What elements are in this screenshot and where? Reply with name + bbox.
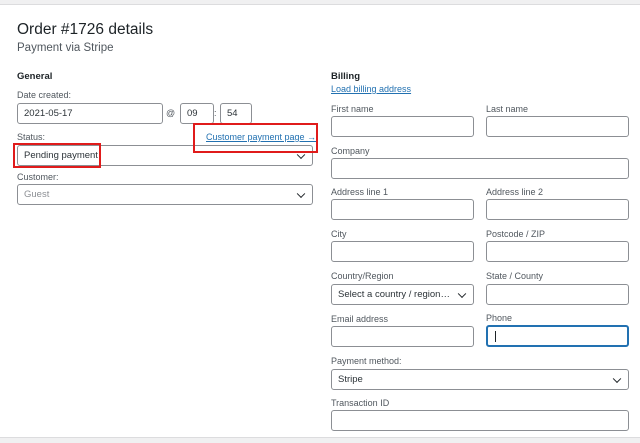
chevron-down-icon	[457, 289, 467, 298]
load-billing-address-link[interactable]: Load billing address	[331, 84, 411, 94]
payment-method-select[interactable]: Stripe	[331, 369, 629, 390]
transaction-id-input[interactable]	[331, 410, 629, 431]
state-label: State / County	[486, 271, 544, 281]
chevron-down-icon	[296, 189, 306, 198]
company-label: Company	[331, 146, 370, 156]
customer-select[interactable]: Guest	[17, 184, 313, 205]
country-select[interactable]: Select a country / region…	[331, 284, 474, 305]
billing-heading: Billing	[331, 71, 361, 82]
status-label: Status:	[17, 132, 46, 142]
city-input[interactable]	[331, 241, 474, 262]
hour-value: 09	[187, 108, 198, 119]
address1-input[interactable]	[331, 199, 474, 220]
minute-input[interactable]: 54	[220, 103, 252, 124]
postcode-label: Postcode / ZIP	[486, 229, 546, 239]
email-input[interactable]	[331, 326, 474, 347]
first-name-label: First name	[331, 104, 374, 114]
date-created-input[interactable]: 2021-05-17	[17, 103, 163, 124]
customer-label: Customer:	[17, 172, 59, 182]
last-name-label: Last name	[486, 104, 529, 114]
address2-label: Address line 2	[486, 187, 544, 197]
transaction-id-label: Transaction ID	[331, 398, 390, 408]
date-created-label: Date created:	[17, 90, 72, 100]
address1-label: Address line 1	[331, 187, 389, 197]
postcode-input[interactable]	[486, 241, 629, 262]
hour-input[interactable]: 09	[180, 103, 214, 124]
country-label: Country/Region	[331, 271, 394, 281]
phone-input[interactable]	[486, 325, 629, 347]
payment-subtitle: Payment via Stripe	[17, 42, 114, 54]
text-cursor-icon	[495, 330, 496, 342]
payment-link-highlight	[193, 123, 318, 153]
minute-value: 54	[227, 108, 238, 119]
last-name-input[interactable]	[486, 116, 629, 137]
country-value: Select a country / region…	[338, 289, 450, 300]
page-title: Order #1726 details	[17, 21, 154, 38]
first-name-input[interactable]	[331, 116, 474, 137]
at-symbol: @	[166, 108, 176, 118]
customer-placeholder: Guest	[24, 189, 50, 200]
email-label: Email address	[331, 314, 389, 324]
date-created-value: 2021-05-17	[24, 108, 73, 119]
company-input[interactable]	[331, 158, 629, 179]
payment-method-label: Payment method:	[331, 356, 402, 366]
order-data-panel: Order #1726 details Payment via Stripe G…	[0, 4, 640, 438]
address2-input[interactable]	[486, 199, 629, 220]
city-label: City	[331, 229, 347, 239]
state-input[interactable]	[486, 284, 629, 305]
status-value-highlight	[13, 143, 101, 168]
phone-label: Phone	[486, 313, 513, 323]
general-heading: General	[17, 71, 53, 82]
chevron-down-icon	[612, 374, 622, 383]
payment-method-value: Stripe	[338, 374, 363, 385]
time-colon: :	[214, 108, 217, 118]
